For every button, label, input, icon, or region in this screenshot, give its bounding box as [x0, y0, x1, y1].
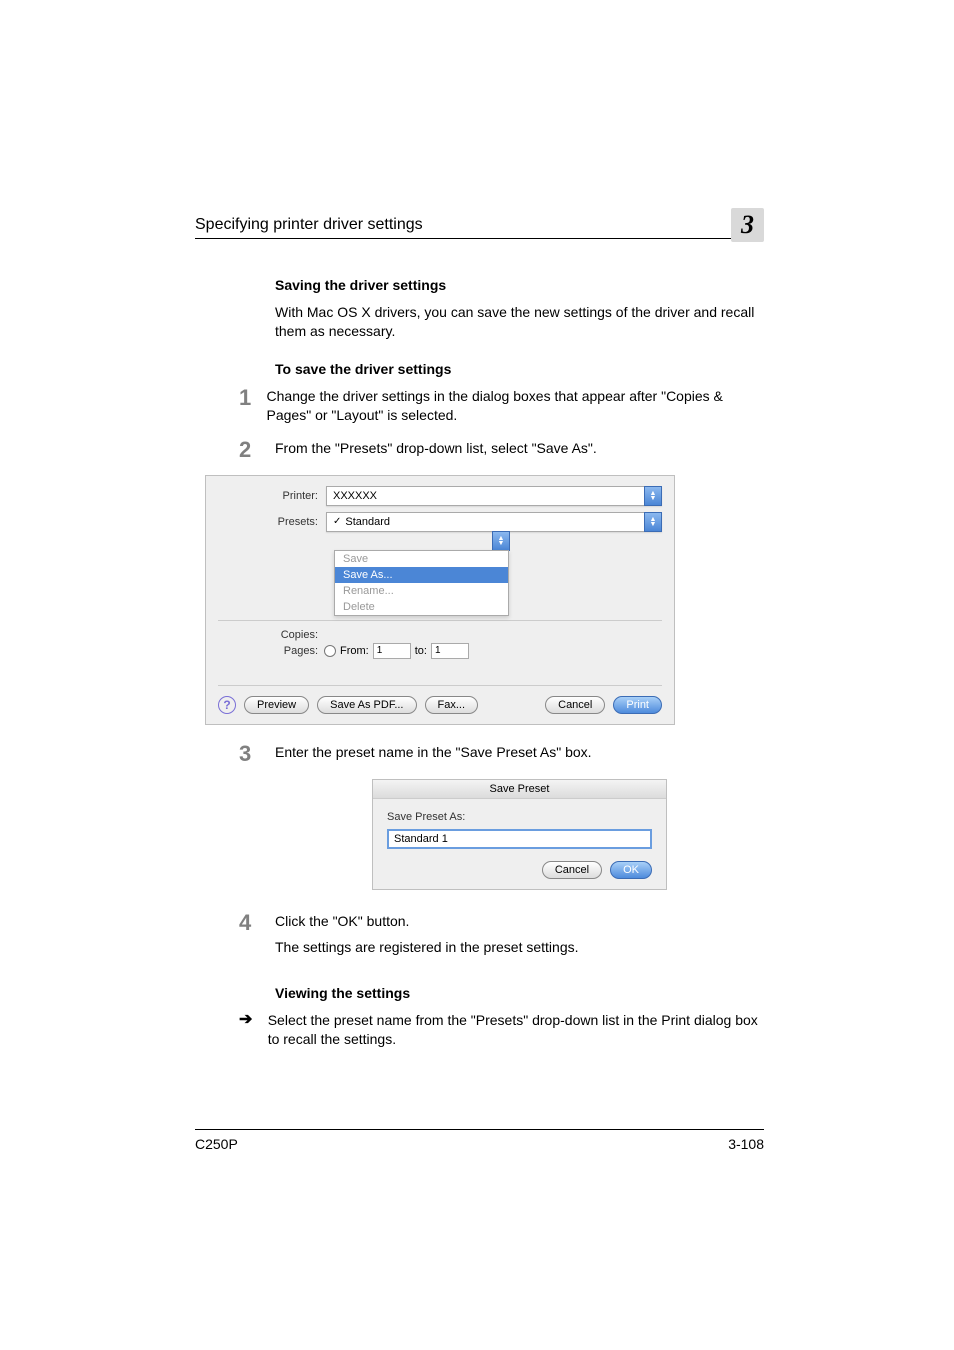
menu-delete[interactable]: Delete [335, 599, 508, 615]
dropdown-arrow-icon: ▲▼ [644, 512, 662, 532]
cancel-button[interactable]: Cancel [545, 696, 605, 714]
intro-paragraph: With Mac OS X drivers, you can save the … [275, 303, 764, 341]
print-dialog: Printer: XXXXXX ▲▼ Presets: ✓ Standard ▲… [205, 475, 675, 725]
from-label: From: [340, 645, 369, 657]
menu-save[interactable]: Save [335, 551, 508, 567]
save-preset-as-input[interactable]: Standard 1 [387, 829, 652, 849]
step-1-text: Change the driver settings in the dialog… [267, 387, 764, 425]
arrow-bullet-icon: ➔ [239, 1011, 268, 1029]
preview-button[interactable]: Preview [244, 696, 309, 714]
to-input[interactable]: 1 [431, 643, 469, 659]
section-heading-to-save: To save the driver settings [275, 361, 764, 377]
dropdown-arrow-icon: ▲▼ [492, 531, 510, 551]
to-label: to: [415, 645, 427, 657]
fax-button[interactable]: Fax... [425, 696, 479, 714]
help-icon[interactable]: ? [218, 696, 236, 714]
menu-rename[interactable]: Rename... [335, 583, 508, 599]
step-number-3: 3 [239, 743, 275, 765]
presets-select[interactable]: ✓ Standard ▲▼ [326, 512, 662, 532]
pages-from-radio[interactable] [324, 645, 336, 657]
save-preset-dialog: Save Preset Save Preset As: Standard 1 C… [372, 779, 667, 890]
pane-select[interactable]: ▲▼ [334, 532, 509, 552]
footer-page: 3-108 [728, 1136, 764, 1152]
presets-label: Presets: [218, 516, 326, 528]
pages-label: Pages: [218, 645, 326, 657]
footer-model: C250P [195, 1136, 238, 1152]
dropdown-arrow-icon: ▲▼ [644, 486, 662, 506]
section-heading-saving: Saving the driver settings [275, 277, 764, 293]
copies-label: Copies: [218, 629, 326, 641]
print-button[interactable]: Print [613, 696, 662, 714]
save-as-pdf-button[interactable]: Save As PDF... [317, 696, 416, 714]
step-number-2: 2 [239, 439, 275, 461]
page-footer: C250P 3-108 [195, 1129, 764, 1152]
step-3-text: Enter the preset name in the "Save Prese… [275, 743, 592, 762]
printer-select[interactable]: XXXXXX ▲▼ [326, 486, 662, 506]
preset-cancel-button[interactable]: Cancel [542, 861, 602, 879]
step-4-text-a: Click the "OK" button. [275, 912, 579, 931]
step-number-4: 4 [239, 912, 275, 934]
viewing-text: Select the preset name from the "Presets… [268, 1011, 764, 1049]
save-preset-title: Save Preset [373, 780, 666, 799]
printer-value: XXXXXX [333, 490, 377, 502]
preset-ok-button[interactable]: OK [610, 861, 652, 879]
checkmark-icon: ✓ [333, 516, 341, 527]
save-preset-as-label: Save Preset As: [387, 811, 652, 823]
chapter-number: 3 [731, 208, 764, 242]
step-2-text: From the "Presets" drop-down list, selec… [275, 439, 597, 458]
printer-label: Printer: [218, 490, 326, 502]
section-heading-viewing: Viewing the settings [275, 985, 764, 1001]
from-input[interactable]: 1 [373, 643, 411, 659]
header-title: Specifying printer driver settings [195, 216, 423, 234]
presets-value: Standard [345, 516, 390, 528]
page-header: Specifying printer driver settings 3 [195, 200, 764, 239]
step-number-1: 1 [239, 387, 267, 409]
save-preset-value: Standard 1 [394, 833, 448, 845]
menu-save-as[interactable]: Save As... [335, 567, 508, 583]
presets-menu: Save Save As... Rename... Delete [334, 550, 509, 616]
step-4-text-b: The settings are registered in the prese… [275, 938, 579, 957]
